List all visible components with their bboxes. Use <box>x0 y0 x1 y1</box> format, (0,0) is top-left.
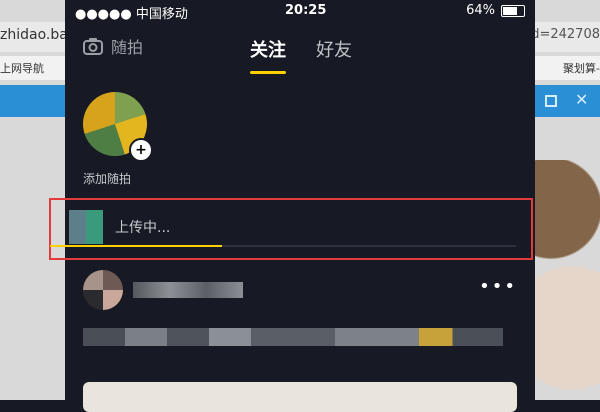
tab-follow[interactable]: 关注 <box>250 36 286 74</box>
upload-status-text: 上传中... <box>115 220 171 236</box>
upload-status-box: 上传中... <box>49 198 533 260</box>
add-post-avatar[interactable]: + <box>83 92 153 162</box>
bookmark-left[interactable]: 上网导航 <box>0 60 44 76</box>
post-user-row[interactable] <box>83 270 243 310</box>
status-bar: ●●●●● 中国移动 20:25 64% <box>65 0 535 22</box>
add-post-area[interactable]: + 添加随拍 <box>83 92 153 187</box>
mobile-app: ●●●●● 中国移动 20:25 64% 随拍 关注 好友 + 添加随拍 上传中… <box>49 0 535 412</box>
upload-thumbnail <box>69 210 103 244</box>
close-icon[interactable]: ✕ <box>575 90 588 109</box>
add-icon[interactable]: + <box>129 138 153 162</box>
battery-area: 64% <box>466 3 525 18</box>
address-right-text: d=242708 <box>531 27 600 42</box>
post-image-preview[interactable] <box>83 382 517 412</box>
camera-label: 随拍 <box>111 38 144 57</box>
add-post-label: 添加随拍 <box>83 172 132 186</box>
camera-button[interactable]: 随拍 <box>81 34 143 58</box>
top-navigation: 随拍 关注 好友 <box>65 26 535 78</box>
post-text-blurred <box>83 328 503 346</box>
camera-icon <box>83 38 103 55</box>
carrier-text: ●●●●● 中国移动 <box>75 7 188 22</box>
tabs: 关注 好友 <box>250 36 352 74</box>
feed: ••• <box>65 270 535 412</box>
time-text: 20:25 <box>285 3 327 18</box>
background-character <box>530 160 600 400</box>
upload-progress-fill <box>50 245 223 247</box>
more-options-icon[interactable]: ••• <box>479 276 517 297</box>
upload-status: 上传中... <box>69 210 170 244</box>
address-left-text: zhidao.ba <box>0 27 68 43</box>
maximize-icon[interactable] <box>545 95 557 107</box>
user-avatar[interactable] <box>83 270 123 310</box>
username-blurred <box>133 282 243 298</box>
battery-percent: 64% <box>466 3 495 18</box>
battery-icon <box>501 4 525 17</box>
upload-progress-bar <box>50 245 516 247</box>
tab-friends[interactable]: 好友 <box>316 36 352 62</box>
bookmark-right[interactable]: 聚划算- <box>563 60 600 76</box>
